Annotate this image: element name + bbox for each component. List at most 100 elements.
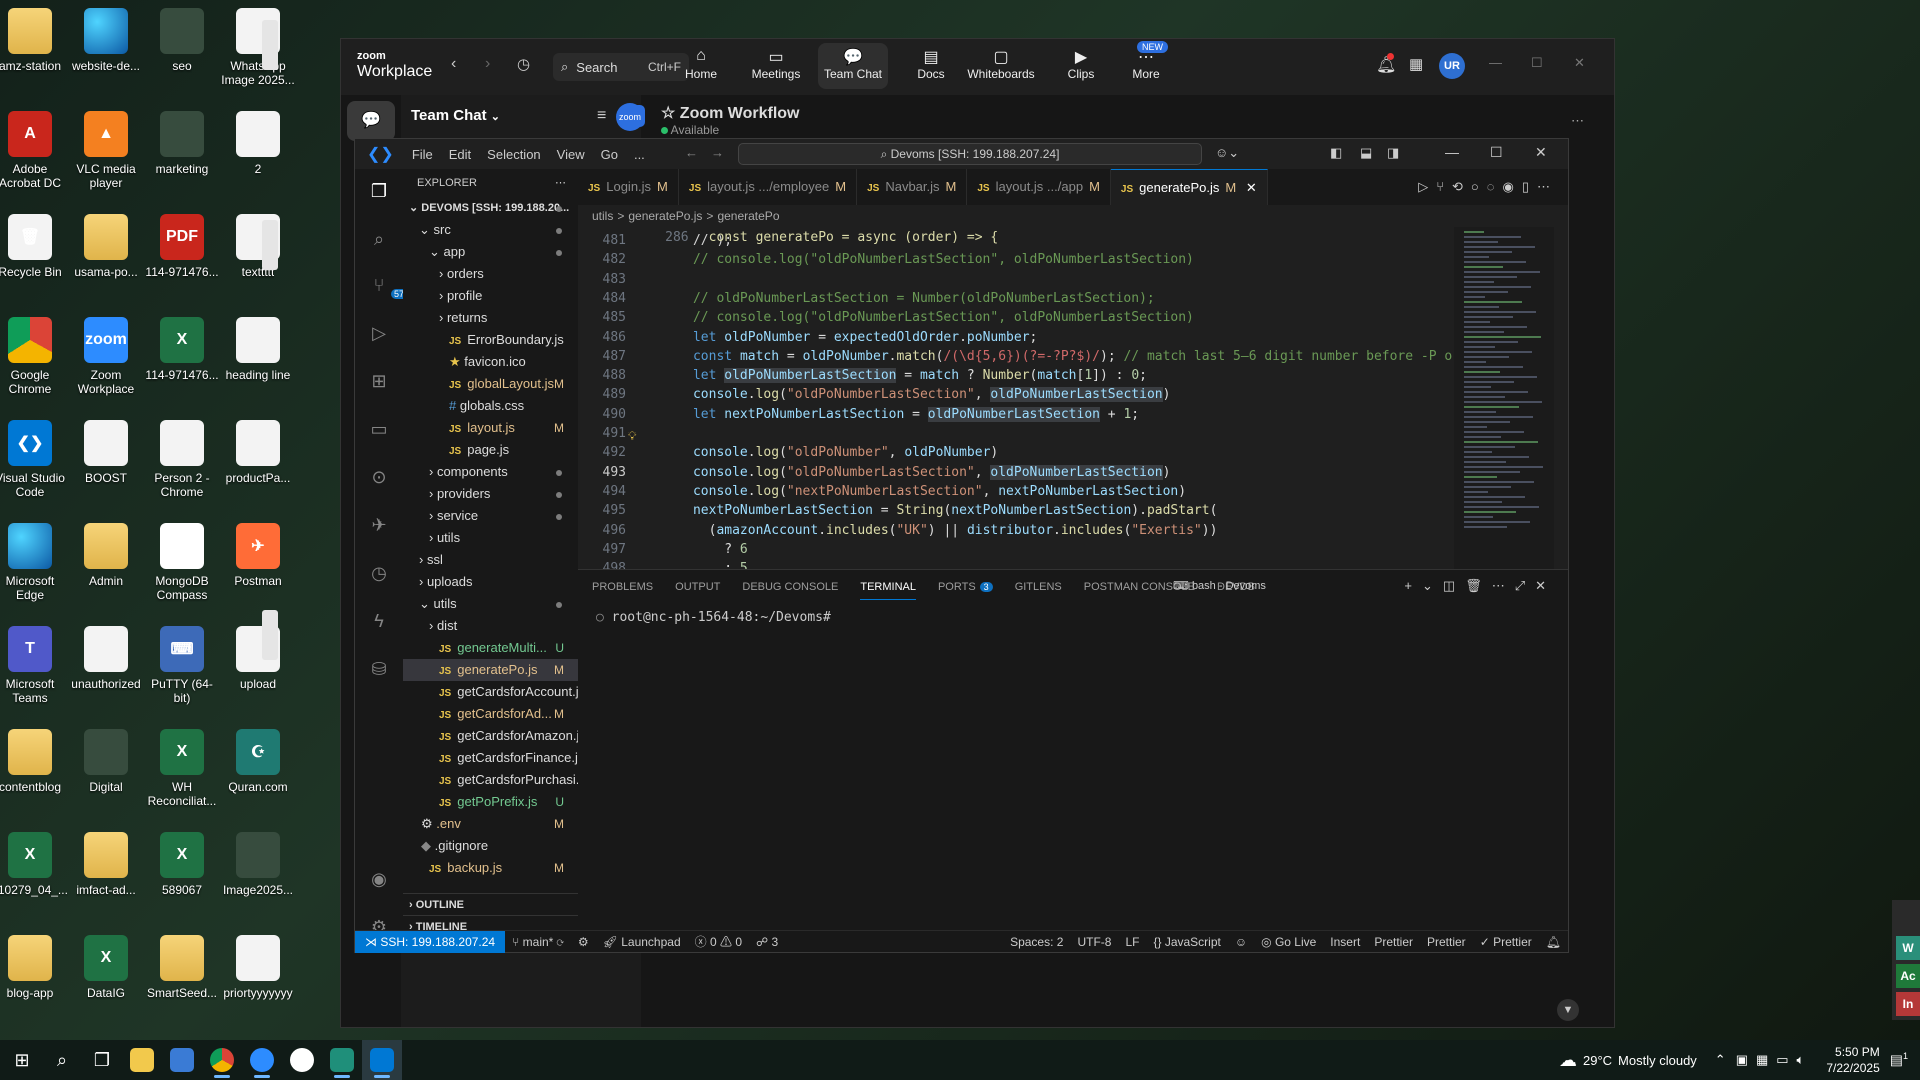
desktop-icon[interactable]: texttttt bbox=[220, 210, 296, 306]
language-indicator[interactable]: {} JavaScript bbox=[1146, 935, 1227, 949]
terminal-output[interactable]: ○ root@nc-ph-1564-48:~/Devoms# bbox=[596, 610, 831, 625]
team-chat-title[interactable]: Team Chat ⌄ bbox=[411, 107, 500, 124]
desktop-icon[interactable]: A Adobe Acrobat DC bbox=[0, 107, 68, 203]
branch-indicator[interactable]: ⑂ main* ⟳ bbox=[505, 935, 571, 949]
desktop-icon[interactable]: PDF 114-971476... bbox=[144, 210, 220, 306]
desktop-icon[interactable]: website-de... bbox=[68, 4, 144, 100]
breadcrumb-item[interactable]: generatePo.js bbox=[628, 209, 702, 223]
code-line[interactable]: 483 bbox=[578, 270, 646, 289]
code-line[interactable]: 486 let oldPoNumber = expectedOldOrder.p… bbox=[578, 328, 1038, 347]
tree-item[interactable]: JS backup.js M bbox=[403, 857, 578, 879]
tree-item[interactable]: › utils bbox=[403, 527, 578, 549]
desktop-icon[interactable]: unauthorized bbox=[68, 622, 144, 718]
code-line[interactable]: 485 // console.log("oldPoNumberLastSecti… bbox=[578, 308, 1194, 327]
problems-indicator[interactable]: ⓧ 0 ⚠ 0 bbox=[688, 933, 749, 950]
more-actions-icon[interactable]: ⋯ bbox=[555, 169, 566, 197]
minimize-icon[interactable]: — bbox=[1489, 55, 1502, 70]
account-icon[interactable]: ◉ bbox=[367, 869, 391, 893]
tree-item[interactable]: › service bbox=[403, 505, 578, 527]
code-line[interactable]: 492 console.log("oldPoNumber", oldPoNumb… bbox=[578, 443, 999, 462]
code-view[interactable]: 286 const generatePo = async (order) => {… bbox=[578, 227, 1453, 569]
star-icon[interactable]: ☆ bbox=[661, 105, 675, 122]
encoding-indicator[interactable]: UTF-8 bbox=[1070, 935, 1118, 949]
forward-arrow-icon[interactable]: › bbox=[485, 55, 490, 73]
store-icon[interactable] bbox=[162, 1040, 202, 1080]
code-line[interactable]: 497 ? 6 bbox=[578, 540, 748, 559]
eol-indicator[interactable]: LF bbox=[1118, 935, 1146, 949]
clock[interactable]: 5:50 PM 7/22/2025 bbox=[1826, 1044, 1879, 1076]
sync-icon[interactable]: ⚙ bbox=[571, 935, 596, 949]
chrome-taskbar-icon[interactable] bbox=[202, 1040, 242, 1080]
side-peek-item[interactable]: W bbox=[1896, 936, 1920, 960]
code-line[interactable]: 484 // oldPoNumberLastSection = Number(o… bbox=[578, 289, 1155, 308]
nav-docs[interactable]: ▤ Docs bbox=[896, 47, 966, 81]
code-line[interactable]: 488 let oldPoNumberLastSection = match ?… bbox=[578, 366, 1147, 385]
user-avatar[interactable]: UR bbox=[1439, 53, 1465, 79]
chat-rail-icon[interactable]: 💬 bbox=[347, 101, 395, 141]
nav-clips[interactable]: ▶ Clips bbox=[1046, 47, 1116, 81]
layout-panel-icon[interactable]: ⬓ bbox=[1360, 145, 1372, 161]
desktop-icon[interactable]: ✈ Postman bbox=[220, 519, 296, 615]
thunder-icon[interactable]: ϟ bbox=[367, 611, 391, 635]
tree-item[interactable]: › returns bbox=[403, 307, 578, 329]
run-debug-icon[interactable]: ▷ bbox=[367, 323, 391, 347]
launchpad-button[interactable]: 🚀︎ Launchpad bbox=[596, 935, 688, 949]
desktop-icon[interactable]: heading line bbox=[220, 313, 296, 409]
more-options-icon[interactable]: ⋯ bbox=[1571, 113, 1584, 129]
editor-tab[interactable]: JS layout.js .../employee M bbox=[679, 169, 858, 205]
panel-tab-output[interactable]: OUTPUT bbox=[675, 581, 720, 593]
tree-item[interactable]: # globals.css bbox=[403, 395, 578, 417]
close-icon[interactable]: ✕ bbox=[1574, 55, 1585, 71]
desktop-icon[interactable]: X 114-971476... bbox=[144, 313, 220, 409]
tree-item[interactable]: JS generatePo.js M bbox=[403, 659, 578, 681]
tree-item[interactable]: › profile bbox=[403, 285, 578, 307]
explorer-root[interactable]: ⌄ DEVOMS [SSH: 199.188.20... bbox=[403, 197, 578, 219]
side-peek-item[interactable]: Ac bbox=[1896, 964, 1920, 988]
desktop-icon[interactable]: Person 2 - Chrome bbox=[144, 416, 220, 512]
side-peek-item[interactable]: In bbox=[1896, 992, 1920, 1016]
maximize-icon[interactable]: ☐ bbox=[1531, 55, 1543, 71]
weather-temp[interactable]: 29°C bbox=[1583, 1053, 1612, 1068]
editor-tab[interactable]: JS generatePo.js M ✕ bbox=[1110, 169, 1268, 205]
file-explorer-icon[interactable] bbox=[122, 1040, 162, 1080]
layout-sidebar-icon[interactable]: ◧ bbox=[1330, 145, 1342, 161]
panel-tab-problems[interactable]: PROBLEMS bbox=[592, 581, 653, 593]
tree-item[interactable]: › components bbox=[403, 461, 578, 483]
python-icon[interactable]: ⛁ bbox=[367, 659, 391, 683]
desktop-icon[interactable]: X DataIG bbox=[68, 931, 144, 1027]
code-line[interactable]: 496 (amazonAccount.includes("UK") || dis… bbox=[578, 521, 1218, 540]
weather-icon[interactable]: ☁ bbox=[1559, 1050, 1577, 1071]
terminal-name[interactable]: ⌨ bash - Devoms bbox=[1173, 579, 1266, 592]
desktop-icon[interactable]: X 589067 bbox=[144, 828, 220, 924]
code-line[interactable]: 493 console.log("oldPoNumberLastSection"… bbox=[578, 463, 1170, 482]
tree-item[interactable]: › ssl bbox=[403, 549, 578, 571]
desktop-icon[interactable]: 🗑 Recycle Bin bbox=[0, 210, 68, 306]
tree-item[interactable]: › dist bbox=[403, 615, 578, 637]
tray-icons[interactable]: ▣▦▭🔈︎ bbox=[1736, 1052, 1813, 1068]
mongodb-taskbar-icon[interactable] bbox=[282, 1040, 322, 1080]
editor-tab[interactable]: JS Login.js M bbox=[578, 169, 679, 205]
menu-edit[interactable]: Edit bbox=[441, 147, 479, 162]
breadcrumb-item[interactable]: utils bbox=[592, 209, 613, 223]
notification-center-icon[interactable]: ▤1 bbox=[1890, 1051, 1908, 1069]
tree-item[interactable]: JS getPoPrefix.js U bbox=[403, 791, 578, 813]
tree-item[interactable]: ◆ .gitignore bbox=[403, 835, 578, 857]
desktop-icon[interactable]: Digital bbox=[68, 725, 144, 821]
app-taskbar-icon[interactable] bbox=[322, 1040, 362, 1080]
nav-team-chat[interactable]: 💬 Team Chat bbox=[818, 43, 888, 89]
desktop-icon[interactable]: ⌨ PuTTY (64-bit) bbox=[144, 622, 220, 718]
desktop-icon[interactable]: 2 bbox=[220, 107, 296, 203]
tree-item[interactable]: JS getCardsforAccount.js bbox=[403, 681, 578, 703]
desktop-icon[interactable]: ▲ VLC media player bbox=[68, 107, 144, 203]
chevron-up-icon[interactable]: ⌃ bbox=[1715, 1052, 1726, 1068]
desktop-icon[interactable]: priortyyyyyyy bbox=[220, 931, 296, 1027]
desktop-icon[interactable]: Admin bbox=[68, 519, 144, 615]
gitlens-icon[interactable]: ⊙ bbox=[367, 467, 391, 491]
nav-home[interactable]: ⌂ Home bbox=[666, 47, 736, 81]
panel-tab-ports[interactable]: PORTS 3 bbox=[938, 581, 993, 593]
desktop-icon[interactable]: Image2025... bbox=[220, 828, 296, 924]
back-arrow-icon[interactable]: ‹ bbox=[451, 55, 456, 73]
desktop-icon[interactable]: Microsoft Edge bbox=[0, 519, 68, 615]
breadcrumb-item[interactable]: generatePo bbox=[717, 209, 779, 223]
desktop-icon[interactable]: marketing bbox=[144, 107, 220, 203]
